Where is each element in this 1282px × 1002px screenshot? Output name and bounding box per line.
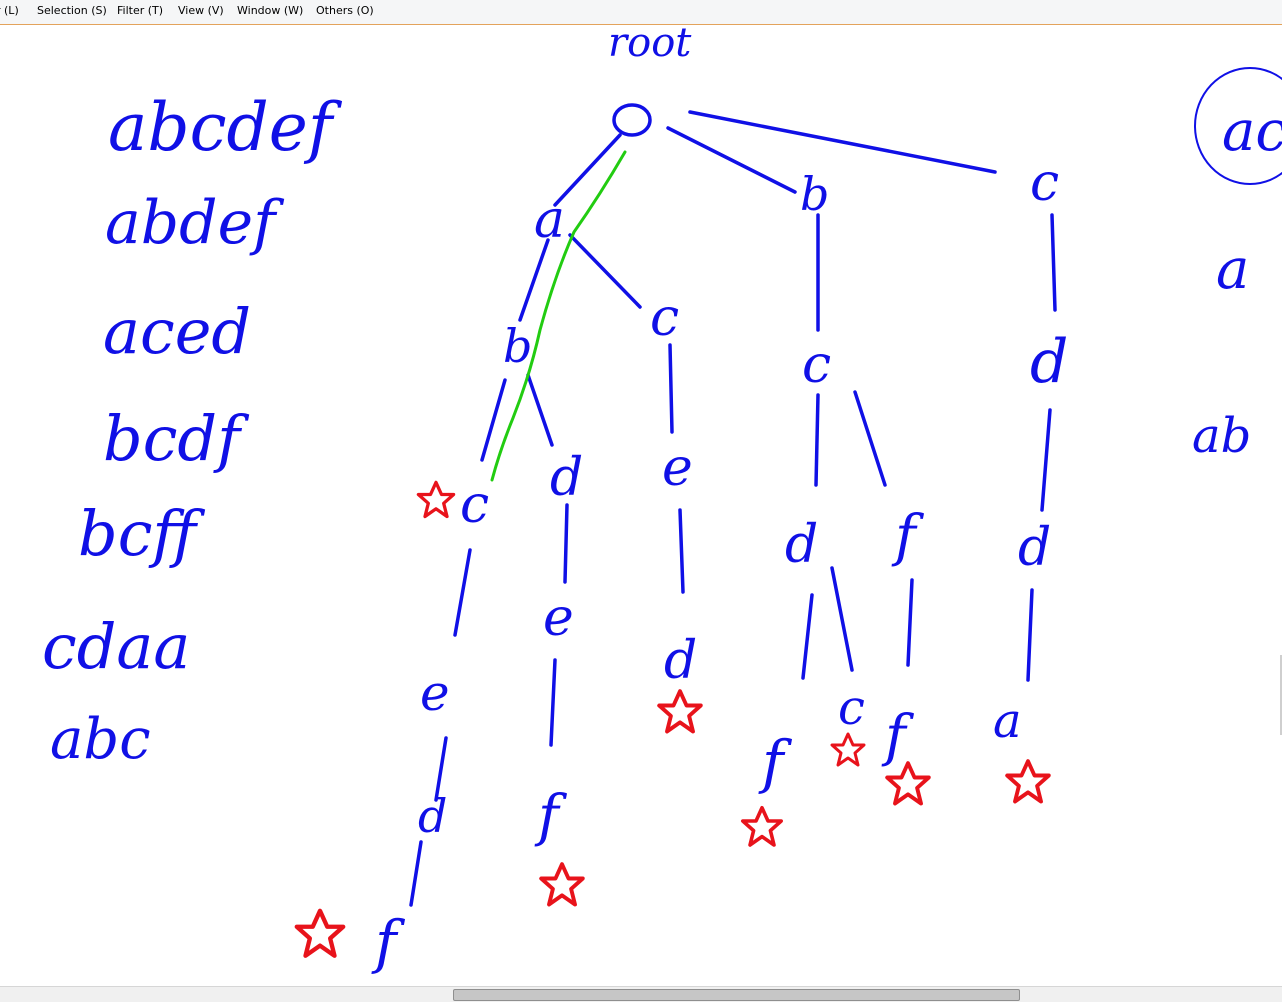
star-icon <box>297 911 343 956</box>
root-node <box>612 103 652 137</box>
word-item: bcff <box>78 497 205 570</box>
edge <box>453 548 472 637</box>
node-letter: d <box>664 631 697 691</box>
node-letter: d <box>1030 327 1068 397</box>
edge <box>568 233 642 309</box>
horizontal-scrollbar[interactable] <box>0 986 1282 1002</box>
node-letter: f <box>371 908 406 976</box>
menu-item-window[interactable]: Window (W) <box>237 4 303 17</box>
node-letter: e <box>543 588 574 648</box>
node-letter: e <box>420 664 450 722</box>
node-letter: c <box>802 335 831 395</box>
menu-item-partial[interactable]: r (L) <box>0 4 19 17</box>
edge <box>549 658 557 747</box>
end-of-word-markers <box>297 480 1051 956</box>
edge <box>801 593 814 680</box>
word-item: abdef <box>105 188 285 258</box>
root-label: root <box>608 25 692 66</box>
edge <box>668 343 674 434</box>
edge <box>906 578 914 667</box>
word-item: bcdf <box>103 402 250 475</box>
edge <box>814 393 820 487</box>
word-item: aced <box>103 295 251 368</box>
node-letter: f <box>891 504 925 569</box>
edge <box>853 390 887 487</box>
menu-item-filter[interactable]: Filter (T) <box>117 4 163 17</box>
node-letter: e <box>662 438 693 498</box>
word-list: abcdef abdef aced bcdf bcff cdaa abc <box>42 89 343 772</box>
menu-item-others[interactable]: Others (O) <box>316 4 374 17</box>
word-item: abcdef <box>108 89 343 166</box>
node-letter: a <box>534 190 565 250</box>
node-letter: d <box>1018 518 1051 578</box>
edge <box>666 126 797 194</box>
node-letter: b <box>503 319 532 373</box>
edge <box>830 566 854 672</box>
whiteboard-canvas[interactable]: root abcdef abdef aced bcdf bcff cdaa ab… <box>0 20 1282 986</box>
star-icon <box>416 480 456 519</box>
node-letter: b <box>800 167 829 221</box>
node-letter: c <box>460 475 489 535</box>
tree-edges <box>409 110 1057 907</box>
node-letter: f <box>881 704 915 769</box>
edge <box>1050 213 1057 312</box>
edge <box>526 373 554 447</box>
star-icon <box>830 732 866 767</box>
edge <box>563 503 569 584</box>
node-letter: f <box>534 784 568 849</box>
word-item: abc <box>50 707 151 772</box>
star-icon <box>1005 759 1051 804</box>
edge <box>1026 588 1034 682</box>
cut-text: a <box>1216 237 1249 302</box>
node-letter: c <box>838 680 865 736</box>
scrollbar-thumb[interactable] <box>453 989 1020 1001</box>
star-icon <box>539 862 585 907</box>
node-letter: d <box>785 515 818 575</box>
edge <box>678 508 685 594</box>
edge <box>518 238 550 322</box>
star-icon <box>740 805 784 847</box>
cut-text: ab <box>1192 408 1251 464</box>
right-cut-notes: ac a ab <box>1192 67 1282 464</box>
star-icon <box>657 689 703 734</box>
menu-item-selection[interactable]: Selection (S) <box>37 4 107 17</box>
menu-bar: r (L) Selection (S) Filter (T) View (V) … <box>0 0 1282 25</box>
edge <box>1040 408 1052 512</box>
node-letter: f <box>758 728 793 796</box>
node-letter: d <box>550 448 583 508</box>
tree-node-letters: a b c b c c d c d e d f d e d a e f f d … <box>371 153 1068 976</box>
node-letter: c <box>1030 153 1059 213</box>
trie-diagram: root abcdef abdef aced bcdf bcff cdaa ab… <box>42 20 1282 976</box>
word-item: cdaa <box>42 610 190 683</box>
cut-text: ac <box>1222 99 1282 164</box>
edge <box>409 840 423 907</box>
node-letter: d <box>418 789 447 843</box>
node-letter: c <box>650 288 679 348</box>
menu-item-view[interactable]: View (V) <box>178 4 224 17</box>
star-icon <box>885 761 931 806</box>
